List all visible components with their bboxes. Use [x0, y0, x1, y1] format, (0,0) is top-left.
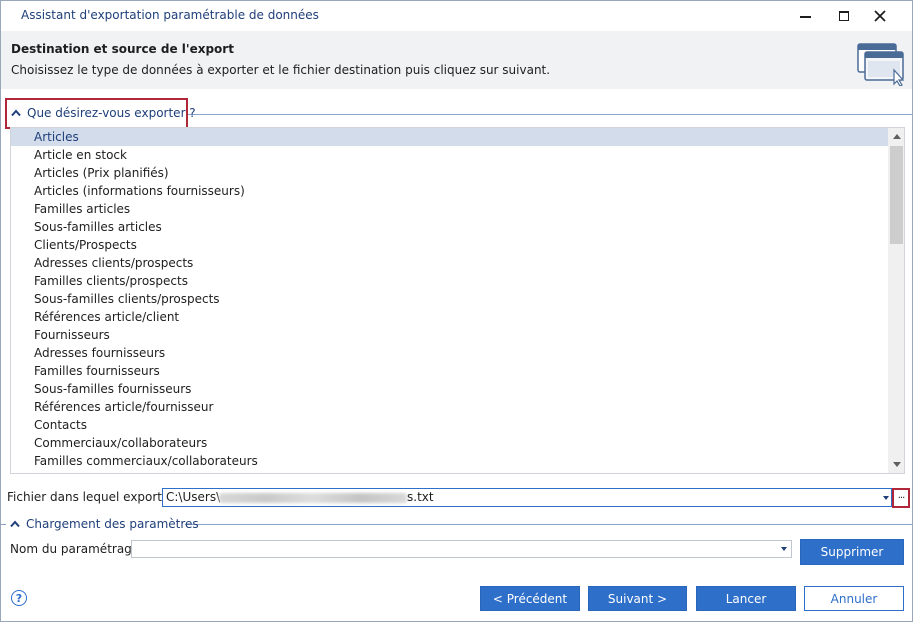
window-title: Assistant d'exportation paramétrable de … [21, 8, 319, 22]
file-field-label: Fichier dans lequel exporter [7, 490, 175, 504]
export-section-toggle[interactable]: Que désirez-vous exporter ? [11, 106, 196, 120]
header-title: Destination et source de l'export [11, 42, 234, 56]
list-item[interactable]: Familles articles [11, 200, 888, 218]
export-wizard-window: Assistant d'exportation paramétrable de … [0, 0, 913, 622]
windows-export-icon [857, 43, 905, 86]
param-dropdown-icon[interactable] [781, 547, 787, 551]
export-type-list[interactable]: Articles Article en stock Articles (Prix p… [10, 127, 905, 474]
file-path-start: C:\Users\ [166, 490, 221, 504]
list-item[interactable]: Familles fournisseurs [11, 362, 888, 380]
close-button[interactable] [862, 3, 898, 29]
list-item[interactable]: Articles (informations fournisseurs) [11, 182, 888, 200]
help-icon[interactable]: ? [11, 590, 27, 606]
list-item[interactable]: Références article/client [11, 308, 888, 326]
export-type-items: Articles Article en stock Articles (Prix p… [11, 128, 888, 470]
param-name-label: Nom du paramétrage [10, 542, 140, 556]
close-icon [874, 10, 886, 22]
file-path-redacted [219, 493, 407, 503]
scroll-down-button[interactable] [888, 456, 904, 473]
params-section-label: Chargement des paramètres [26, 517, 199, 531]
list-item[interactable]: Article en stock [11, 146, 888, 164]
wizard-header: Destination et source de l'export Choisi… [1, 31, 912, 89]
header-subtitle: Choisissez le type de données à exporter… [11, 63, 551, 77]
list-item[interactable]: Adresses clients/prospects [11, 254, 888, 272]
cancel-button[interactable]: Annuler [804, 586, 904, 611]
list-item[interactable]: Fournisseurs [11, 326, 888, 344]
maximize-button[interactable] [826, 3, 862, 29]
params-section-toggle[interactable]: Chargement des paramètres [10, 517, 199, 531]
section-divider [187, 114, 912, 115]
file-path-input[interactable]: C:\Users\ s.txt [162, 488, 892, 507]
scroll-up-button[interactable] [888, 128, 904, 145]
title-bar: Assistant d'exportation paramétrable de … [1, 1, 912, 31]
minimize-button[interactable] [787, 3, 823, 29]
list-item[interactable]: Commerciaux/collaborateurs [11, 434, 888, 452]
list-item[interactable]: Familles clients/prospects [11, 272, 888, 290]
list-item[interactable]: Contacts [11, 416, 888, 434]
list-item[interactable]: Articles (Prix planifiés) [11, 164, 888, 182]
param-name-select[interactable] [131, 540, 792, 558]
chevron-up-icon [11, 109, 21, 117]
list-item[interactable]: Familles commerciaux/collaborateurs [11, 452, 888, 470]
delete-button[interactable]: Supprimer [800, 539, 904, 565]
params-divider [185, 524, 912, 525]
list-item[interactable]: Sous-familles articles [11, 218, 888, 236]
list-item[interactable]: Sous-familles clients/prospects [11, 290, 888, 308]
list-item[interactable]: Références article/fournisseur [11, 398, 888, 416]
browse-file-button[interactable]: ··· [892, 488, 910, 508]
list-item[interactable]: Articles [11, 128, 888, 146]
previous-button[interactable]: < Précédent [480, 586, 580, 611]
list-scrollbar[interactable] [888, 128, 904, 473]
next-button[interactable]: Suivant > [588, 586, 687, 611]
list-item[interactable]: Clients/Prospects [11, 236, 888, 254]
params-divider-left [1, 524, 6, 525]
scroll-down-icon [892, 462, 901, 467]
launch-button[interactable]: Lancer [696, 586, 796, 611]
file-path-end: s.txt [407, 490, 434, 504]
maximize-icon [839, 11, 849, 21]
browse-label: ··· [897, 492, 905, 504]
scroll-thumb[interactable] [890, 146, 903, 244]
scroll-up-icon [892, 134, 901, 139]
list-item[interactable]: Sous-familles fournisseurs [11, 380, 888, 398]
chevron-up-icon [10, 520, 20, 528]
file-dropdown-icon[interactable] [883, 496, 889, 500]
list-item[interactable]: Adresses fournisseurs [11, 344, 888, 362]
minimize-icon [799, 16, 811, 18]
export-section-label: Que désirez-vous exporter ? [27, 106, 196, 120]
